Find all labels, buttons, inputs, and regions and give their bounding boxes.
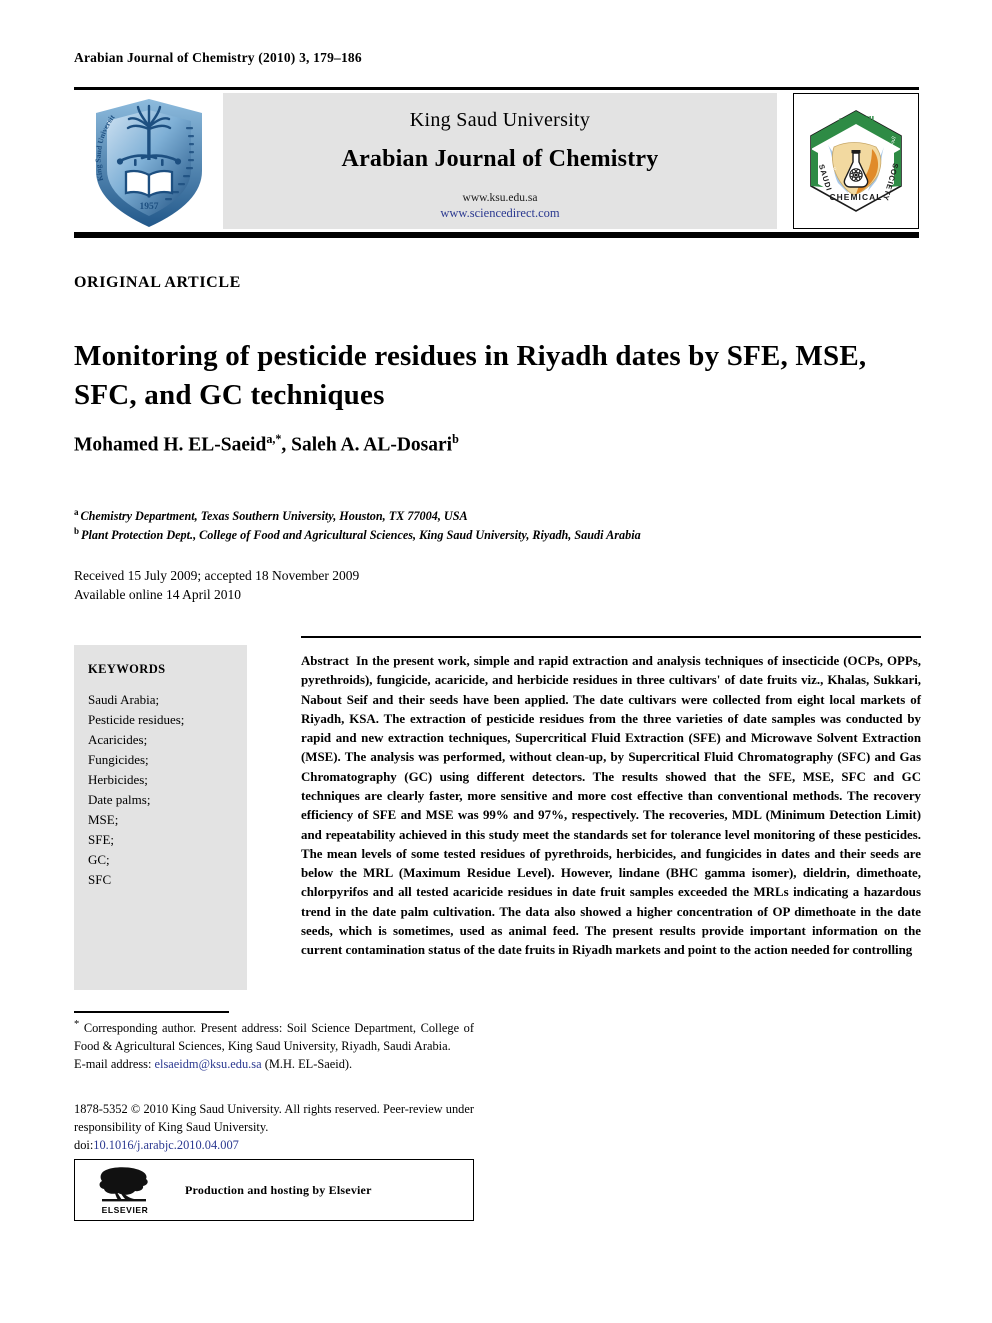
affiliation-text-b: Plant Protection Dept., College of Food … bbox=[81, 528, 641, 543]
publisher-organization: King Saud University bbox=[409, 109, 591, 131]
affiliation-item: b Plant Protection Dept., College of Food… bbox=[74, 525, 924, 544]
society-arabic-top: الكيميائية bbox=[838, 115, 875, 124]
keyword-item: GC; bbox=[88, 852, 110, 868]
elsevier-caption: Production and hosting by Elsevier bbox=[185, 1182, 372, 1197]
affiliation-text-a: Chemistry Department, Texas Southern Uni… bbox=[80, 509, 468, 524]
email-link[interactable]: elsaeidm@ksu.edu.sa bbox=[155, 1057, 262, 1071]
author-marks-2: b bbox=[452, 432, 459, 446]
page-title: Monitoring of pesticide residues in Riya… bbox=[74, 340, 867, 411]
masthead-body: 1957 King Saud University bbox=[74, 90, 919, 232]
abstract-text: In the present work, simple and rapid ex… bbox=[301, 654, 921, 958]
affiliation-item: a Chemistry Department, Texas Southern Un… bbox=[74, 506, 924, 525]
received-accepted-date: Received 15 July 2009; accepted 18 Novem… bbox=[74, 568, 360, 583]
masthead-bottom-rule bbox=[74, 232, 919, 238]
available-online-date: Available online 14 April 2010 bbox=[74, 587, 241, 603]
email-suffix: (M.H. EL-Saeid). bbox=[264, 1057, 353, 1072]
author-marks-1: a,* bbox=[266, 432, 282, 446]
sciencedirect-url[interactable]: www.sciencedirect.com bbox=[223, 206, 777, 221]
abstract-divider-rule bbox=[301, 636, 921, 638]
keyword-item: Fungicides; bbox=[88, 752, 149, 768]
abstract-section: Abstract In the present work, simple and … bbox=[301, 652, 921, 961]
footnote-divider-rule bbox=[74, 1011, 229, 1013]
keyword-item: Pesticide residues; bbox=[88, 712, 185, 728]
copyright-block: 1878-5352 © 2010 King Saud University. A… bbox=[74, 1100, 474, 1154]
article-history: Received 15 July 2009; accepted 18 Novem… bbox=[74, 566, 359, 604]
author-separator: , bbox=[281, 434, 292, 456]
masthead-center-band: King Saud University Arabian Journal of … bbox=[223, 93, 777, 229]
keywords-panel: KEYWORDS Saudi Arabia; Pesticide residue… bbox=[74, 645, 247, 990]
copyright-text: 1878-5352 © 2010 King Saud University. A… bbox=[74, 1102, 474, 1135]
elsevier-wordmark: ELSEVIER bbox=[101, 1204, 149, 1215]
affiliation-list: a Chemistry Department, Texas Southern Un… bbox=[74, 506, 924, 544]
keywords-heading: KEYWORDS bbox=[88, 662, 166, 676]
affiliation-mark-b: b bbox=[74, 526, 80, 537]
keyword-item: Herbicides; bbox=[88, 772, 148, 788]
footnote-mark: * bbox=[74, 1019, 80, 1030]
article-first-page: Arabian Journal of Chemistry (2010) 3, 1… bbox=[0, 0, 992, 1323]
keyword-item: MSE; bbox=[88, 812, 119, 828]
article-type-label: ORIGINAL ARTICLE bbox=[74, 274, 241, 291]
footnote-text: Corresponding author. Present address: S… bbox=[74, 1021, 474, 1054]
shield-year-label: 1957 bbox=[140, 202, 159, 212]
saudi-chemical-society-hexagon-logo: الكيميائية CHEMICAL SAUDI SOCIETY السعود… bbox=[793, 93, 919, 229]
doi-label: doi: bbox=[74, 1138, 94, 1153]
author-name-1: Mohamed H. EL-Saeid bbox=[74, 434, 267, 456]
keyword-item: Saudi Arabia; bbox=[88, 692, 160, 707]
elsevier-production-box: ELSEVIER Production and hosting by Elsev… bbox=[74, 1159, 474, 1221]
keyword-item: SFE; bbox=[88, 832, 115, 848]
keyword-item: Acaricides; bbox=[88, 732, 148, 748]
doi-link[interactable]: 10.1016/j.arabjc.2010.04.007 bbox=[93, 1138, 239, 1152]
footnote-body: * Corresponding author. Present address:… bbox=[74, 1017, 474, 1055]
society-bottom-label: CHEMICAL bbox=[830, 192, 883, 202]
author-list: Mohamed H. EL-Saeida,*, Saleh A. AL-Dosa… bbox=[74, 432, 924, 457]
keyword-item: SFC bbox=[88, 872, 112, 888]
keyword-item: Date palms; bbox=[88, 792, 151, 808]
king-saud-university-shield-logo: 1957 King Saud University bbox=[74, 94, 224, 232]
doi-line: doi:10.1016/j.arabjc.2010.04.007 bbox=[74, 1136, 474, 1154]
running-head: Arabian Journal of Chemistry (2010) 3, 1… bbox=[74, 50, 362, 65]
affiliation-mark-a: a bbox=[74, 507, 79, 517]
abstract-heading: Abstract bbox=[301, 654, 349, 668]
email-label: E-mail address: bbox=[74, 1057, 152, 1072]
journal-masthead: 1957 King Saud University bbox=[74, 87, 919, 238]
journal-urls: www.ksu.edu.sa www.sciencedirect.com bbox=[223, 192, 777, 220]
email-line: E-mail address: elsaeidm@ksu.edu.sa (M.H… bbox=[74, 1055, 474, 1073]
author-name-2: Saleh A. AL-Dosari bbox=[291, 434, 453, 456]
journal-title: Arabian Journal of Chemistry bbox=[341, 146, 659, 172]
corresponding-author-footnote: * Corresponding author. Present address:… bbox=[74, 1017, 474, 1073]
elsevier-tree-logo: ELSEVIER bbox=[87, 1166, 163, 1215]
organization-url[interactable]: www.ksu.edu.sa bbox=[223, 192, 777, 206]
